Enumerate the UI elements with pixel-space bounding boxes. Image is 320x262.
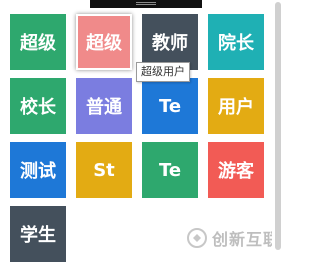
role-tile-user[interactable]: 用户 — [208, 78, 264, 134]
role-tile-st[interactable]: St — [76, 142, 132, 198]
role-tile-student[interactable]: 学生 — [10, 206, 66, 262]
top-drag-strip — [90, 0, 202, 8]
tile-label: 学生 — [20, 225, 56, 246]
tile-label: St — [93, 159, 115, 181]
role-tile-grid: 超级 超级 教师 院长 校长 普通 Te 用户 测试 St Te 游客 学生 超… — [0, 0, 284, 262]
role-tile-normal[interactable]: 普通 — [76, 78, 132, 134]
tile-label: 普通 — [86, 97, 122, 118]
vertical-scrollbar[interactable] — [272, 0, 284, 262]
tile-label: 测试 — [20, 161, 56, 182]
grip-icon — [136, 2, 156, 3]
brand-logo-icon — [187, 228, 207, 248]
role-tile-principal[interactable]: 校长 — [10, 78, 66, 134]
role-tile-super-admin-selected[interactable]: 超级 — [76, 14, 132, 70]
tile-label: 用户 — [218, 97, 254, 118]
tile-label: Te — [158, 95, 182, 117]
role-tile-test[interactable]: 测试 — [10, 142, 66, 198]
role-tile-guest[interactable]: 游客 — [208, 142, 264, 198]
tooltip: 超级用户 — [136, 62, 190, 82]
scrollbar-thumb[interactable] — [275, 2, 281, 250]
role-tile-te-blue[interactable]: Te — [142, 78, 198, 134]
role-tile-dean[interactable]: 院长 — [208, 14, 264, 70]
role-tile-super-admin[interactable]: 超级 — [10, 14, 66, 70]
tile-label: 超级 — [20, 33, 56, 54]
tile-label: Te — [158, 159, 182, 181]
tile-label: 超级 — [86, 33, 122, 54]
tile-label: 院长 — [218, 33, 254, 54]
tile-label: 游客 — [218, 161, 254, 182]
role-tile-te-green[interactable]: Te — [142, 142, 198, 198]
watermark-text: 创新互联 — [212, 230, 281, 249]
tile-label: 教师 — [152, 33, 188, 54]
tile-label: 校长 — [20, 97, 56, 118]
watermark: 创新互联 — [186, 226, 280, 250]
